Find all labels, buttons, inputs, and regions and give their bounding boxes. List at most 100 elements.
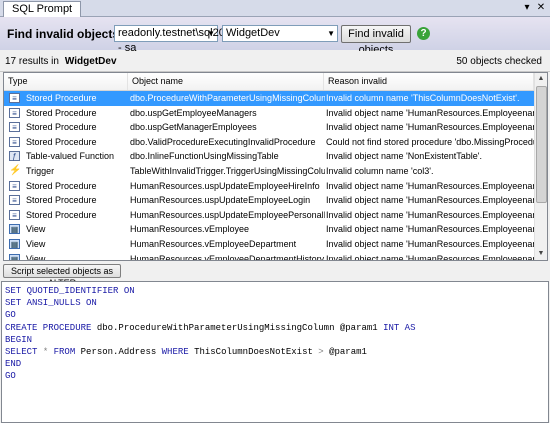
column-header-reason[interactable]: Reason invalid — [324, 73, 534, 90]
code-token: SET QUOTED_IDENTIFIER ON — [5, 286, 135, 296]
cell-object-name: dbo.ProcedureWithParameterUsingMissingCo… — [130, 93, 325, 103]
cell-reason: Invalid object name 'HumanResources.Empl… — [326, 107, 536, 118]
results-grid[interactable]: Type Object name Reason invalid ≡ Stored … — [3, 72, 548, 261]
panel-tab-bar: SQL Prompt ▾ ✕ — [0, 0, 550, 17]
cell-type: Trigger — [26, 166, 55, 176]
cell-reason: Invalid object name 'HumanResources.Empl… — [326, 239, 536, 249]
cell-reason: Invalid column name 'col3'. — [326, 166, 434, 176]
grid-header: Type Object name Reason invalid — [4, 73, 534, 91]
scroll-down-icon[interactable]: ▼ — [535, 248, 547, 260]
code-token: Person.Address — [80, 346, 162, 357]
table-row[interactable]: ▦ View HumanResources.vEmployeeDepartment I… — [4, 237, 536, 252]
cell-type: Table-valued Function — [26, 151, 115, 162]
column-header-object-name[interactable]: Object name — [128, 73, 324, 90]
cell-type: Stored Procedure — [26, 136, 97, 147]
sql-editor[interactable]: SET QUOTED_IDENTIFIER ON SET ANSI_NULLS O… — [1, 281, 549, 423]
objects-checked-count: 50 objects checked — [456, 56, 542, 67]
table-row[interactable]: ƒ Table-valued Function dbo.InlineFunction… — [4, 149, 534, 164]
code-token: FROM — [53, 346, 81, 357]
table-row[interactable]: ≡ Stored Procedure HumanResources.uspUpdat… — [4, 193, 536, 208]
cell-reason: Invalid object name 'HumanResources.Empl… — [326, 253, 536, 261]
code-line: END — [5, 358, 415, 370]
cell-reason: Invalid object name 'HumanResources.Empl… — [326, 224, 536, 235]
code-token: SET ANSI_NULLS ON — [5, 298, 97, 309]
cell-type: Stored Procedure — [26, 195, 97, 206]
stored-procedure-icon: ≡ — [9, 122, 20, 133]
table-row[interactable]: ≡ Stored Procedure dbo.ProcedureWithParame… — [4, 91, 534, 106]
table-row[interactable]: ≡ Stored Procedure dbo.ValidProcedureExecu… — [4, 135, 536, 150]
code-line: SET QUOTED_IDENTIFIER ON — [5, 285, 415, 297]
cell-object-name: TableWithInvalidTrigger.TriggerUsingMiss… — [130, 166, 325, 176]
cell-type: View — [26, 239, 46, 249]
script-as-alter-button[interactable]: Script selected objects as ALTER — [3, 264, 121, 288]
table-row[interactable]: ▦ View HumanResources.vEmployee Invalid obj… — [4, 222, 536, 237]
code-token: END — [5, 359, 22, 370]
table-row[interactable]: ≡ Stored Procedure dbo.uspGetManagerEmploy… — [4, 120, 536, 135]
cell-object-name: dbo.uspGetManagerEmployees — [130, 122, 257, 133]
code-token: INT AS — [383, 322, 416, 333]
code-line: GO — [5, 309, 415, 321]
code-token: SELECT — [5, 346, 43, 357]
code-line: GO — [5, 370, 415, 382]
cell-reason: Invalid object name 'NonExistentTable'. — [326, 151, 483, 162]
toolbar-header: Find invalid objects in: readonly.testne… — [0, 17, 550, 56]
view-icon: ▦ — [9, 224, 20, 235]
code-token: @param1 — [329, 346, 367, 357]
cell-type: View — [26, 253, 46, 261]
scrollbar-thumb[interactable] — [536, 86, 547, 203]
view-icon: ▦ — [9, 253, 20, 260]
cell-object-name: HumanResources.uspUpdateEmployeeLogin — [130, 195, 311, 206]
stored-procedure-icon: ≡ — [9, 136, 20, 147]
scroll-up-icon[interactable]: ▲ — [535, 73, 547, 85]
code-token: > — [318, 346, 330, 357]
table-row[interactable]: ≡ Stored Procedure HumanResources.uspUpdat… — [4, 208, 536, 223]
table-row[interactable]: ≡ Stored Procedure HumanResources.uspUpdat… — [4, 179, 536, 194]
table-row[interactable]: ≡ Stored Procedure dbo.uspGetEmployeeManag… — [4, 106, 536, 121]
code-line: SELECT * FROM Person.Address WHERE ThisC… — [5, 346, 415, 358]
chevron-down-icon: ▼ — [207, 29, 215, 38]
code-token: WHERE — [161, 346, 195, 357]
cell-object-name: dbo.InlineFunctionUsingMissingTable — [130, 151, 279, 162]
chevron-down-icon: ▼ — [327, 29, 335, 38]
code-token: CREATE PROCEDURE — [5, 322, 97, 333]
view-icon: ▦ — [9, 239, 20, 249]
pin-dropdown-icon[interactable]: ▾ — [521, 1, 533, 14]
results-summary: 17 results in WidgetDev — [5, 56, 117, 67]
trigger-icon: ⚡ — [9, 165, 22, 176]
cell-reason: Invalid object name 'HumanResources.Empl… — [326, 122, 536, 133]
code-line: SET ANSI_NULLS ON — [5, 297, 415, 309]
close-icon[interactable]: ✕ — [535, 1, 547, 14]
cell-type: View — [26, 224, 46, 235]
cell-object-name: HumanResources.uspUpdateEmployeePersonal… — [130, 209, 325, 220]
database-select[interactable]: WidgetDev ▼ — [222, 25, 338, 42]
table-row[interactable]: ⚡ Trigger TableWithInvalidTrigger.TriggerU… — [4, 164, 534, 179]
cell-type: Stored Procedure — [26, 180, 97, 191]
column-header-type[interactable]: Type — [4, 73, 128, 90]
cell-object-name: HumanResources.uspUpdateEmployeeHireInfo — [130, 180, 320, 191]
cell-type: Stored Procedure — [26, 209, 97, 220]
code-token: BEGIN — [5, 334, 33, 345]
tab-sql-prompt[interactable]: SQL Prompt — [3, 1, 82, 17]
cell-object-name: HumanResources.vEmployee — [130, 224, 250, 235]
stored-procedure-icon: ≡ — [9, 93, 20, 103]
cell-reason: Invalid object name 'HumanResources.Empl… — [326, 195, 536, 206]
cell-object-name: HumanResources.vEmployeeDepartment — [130, 239, 297, 249]
server-select[interactable]: readonly.testnet\sql2005 - sa ▼ — [114, 25, 237, 54]
cell-object-name: dbo.ValidProcedureExecutingInvalidProced… — [130, 136, 316, 147]
cell-object-name: dbo.uspGetEmployeeManagers — [130, 107, 257, 118]
grid-scrollbar[interactable]: ▲ ▼ — [534, 73, 547, 260]
cell-type: Stored Procedure — [26, 93, 97, 103]
find-invalid-objects-button[interactable]: Find invalid objects — [341, 25, 411, 56]
results-status-bar: 17 results in WidgetDev 50 objects checke… — [0, 51, 550, 72]
cell-reason: Invalid object name 'HumanResources.Empl… — [326, 180, 536, 191]
table-function-icon: ƒ — [9, 151, 20, 162]
code-token: dbo.ProcedureWithParameterUsingMissingCo… — [96, 322, 384, 333]
code-token: GO — [5, 310, 16, 321]
code-token: GO — [5, 371, 16, 382]
cell-type: Stored Procedure — [26, 107, 97, 118]
cell-object-name: HumanResources.vEmployeeDepartmentHistor… — [130, 253, 325, 261]
table-row[interactable]: ▦ View HumanResources.vEmployeeDepartmentH… — [4, 252, 536, 261]
help-icon[interactable]: ? — [417, 27, 430, 40]
stored-procedure-icon: ≡ — [9, 195, 20, 206]
database-value: WidgetDev — [226, 27, 280, 39]
